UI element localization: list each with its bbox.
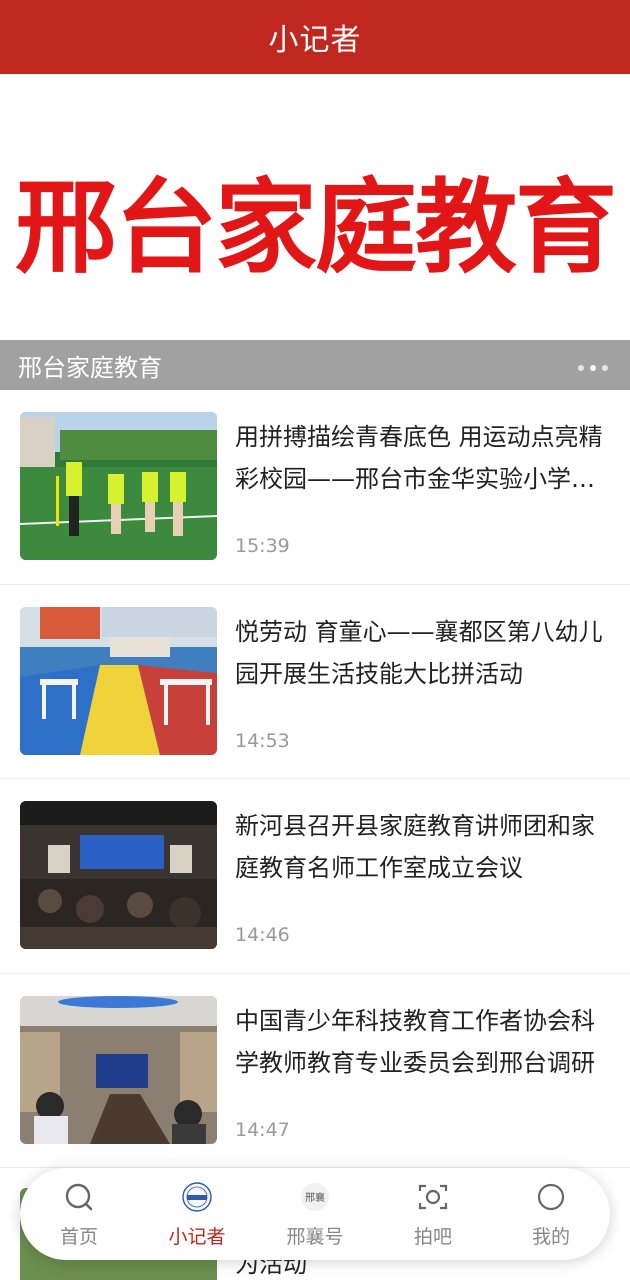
tab-label: 首页 — [59, 1226, 98, 1248]
tab-label: 邢襄号 — [286, 1226, 344, 1248]
carousel-dot-active — [590, 365, 596, 371]
banner-logo-text: 邢台家庭教育 — [15, 169, 617, 288]
tab-reporter[interactable]: 小记者 — [138, 1168, 256, 1260]
camera-scan-icon — [418, 1182, 448, 1212]
news-title: 中国青少年科技教育工作者协会科学教师教育专业委员会到邢台调研 — [235, 1006, 595, 1077]
news-thumbnail — [20, 801, 217, 949]
tab-label: 小记者 — [168, 1226, 226, 1248]
app-screen: 小记者 邢台家庭教育 邢台家庭教育 用拼搏描绘青春底色 用运动点亮精彩校园——邢… — [0, 0, 630, 1280]
svg-text:邢襄: 邢襄 — [305, 1191, 325, 1204]
news-item[interactable]: 中国青少年科技教育工作者协会科学教师教育专业委员会到邢台调研 14:47 — [0, 974, 630, 1168]
tab-xingxiang[interactable]: 邢襄 邢襄号 — [256, 1168, 374, 1260]
news-time: 15:39 — [235, 535, 290, 557]
news-title: 新河县召开县家庭教育讲师团和家庭教育名师工作室成立会议 — [235, 812, 595, 882]
tab-label: 我的 — [531, 1226, 570, 1248]
xingxiang-badge-icon: 邢襄 — [300, 1182, 330, 1212]
news-thumbnail — [20, 412, 217, 560]
reporter-badge-icon — [182, 1182, 212, 1212]
banner-logo: 邢台家庭教育 — [0, 174, 630, 284]
news-item[interactable]: 新河县召开县家庭教育讲师团和家庭教育名师工作室成立会议 14:46 — [0, 779, 630, 974]
carousel-dot — [578, 365, 584, 371]
news-time: 14:46 — [235, 924, 290, 946]
search-circle-icon — [64, 1182, 94, 1212]
tab-home[interactable]: 首页 — [20, 1168, 138, 1260]
news-item[interactable]: 用拼搏描绘青春底色 用运动点亮精彩校园——邢台市金华实验小学2024年春季运动会… — [0, 390, 630, 585]
page-title: 小记者 — [268, 23, 362, 58]
news-thumbnail — [20, 995, 217, 1144]
news-time: 14:53 — [235, 729, 290, 752]
news-thumbnail — [20, 606, 217, 755]
banner-caption-text: 邢台家庭教育 — [18, 353, 162, 382]
tab-label: 拍吧 — [413, 1226, 452, 1248]
news-title: 悦劳动 育童心——襄都区第八幼儿园开展生活技能大比拼活动 — [235, 617, 603, 688]
banner-caption: 邢台家庭教育 — [0, 340, 630, 390]
tab-photo[interactable]: 拍吧 — [374, 1168, 492, 1260]
bottom-tab-bar: 首页 小记者 邢襄 邢襄号 拍吧 我的 — [20, 1168, 610, 1260]
news-time: 14:47 — [235, 1118, 290, 1141]
top-bar: 小记者 — [0, 0, 630, 74]
carousel-dot — [602, 365, 608, 371]
carousel-indicator — [578, 365, 608, 371]
banner-carousel[interactable]: 邢台家庭教育 邢台家庭教育 — [0, 74, 630, 390]
news-item[interactable]: 悦劳动 育童心——襄都区第八幼儿园开展生活技能大比拼活动 14:53 — [0, 585, 630, 779]
news-list: 用拼搏描绘青春底色 用运动点亮精彩校园——邢台市金华实验小学2024年春季运动会… — [0, 390, 630, 1168]
tab-profile[interactable]: 我的 — [492, 1168, 610, 1260]
news-title: 用拼搏描绘青春底色 用运动点亮精彩校园——邢台市金华实验小学2024年春季运动会 — [235, 423, 603, 493]
profile-circle-icon — [536, 1182, 566, 1212]
